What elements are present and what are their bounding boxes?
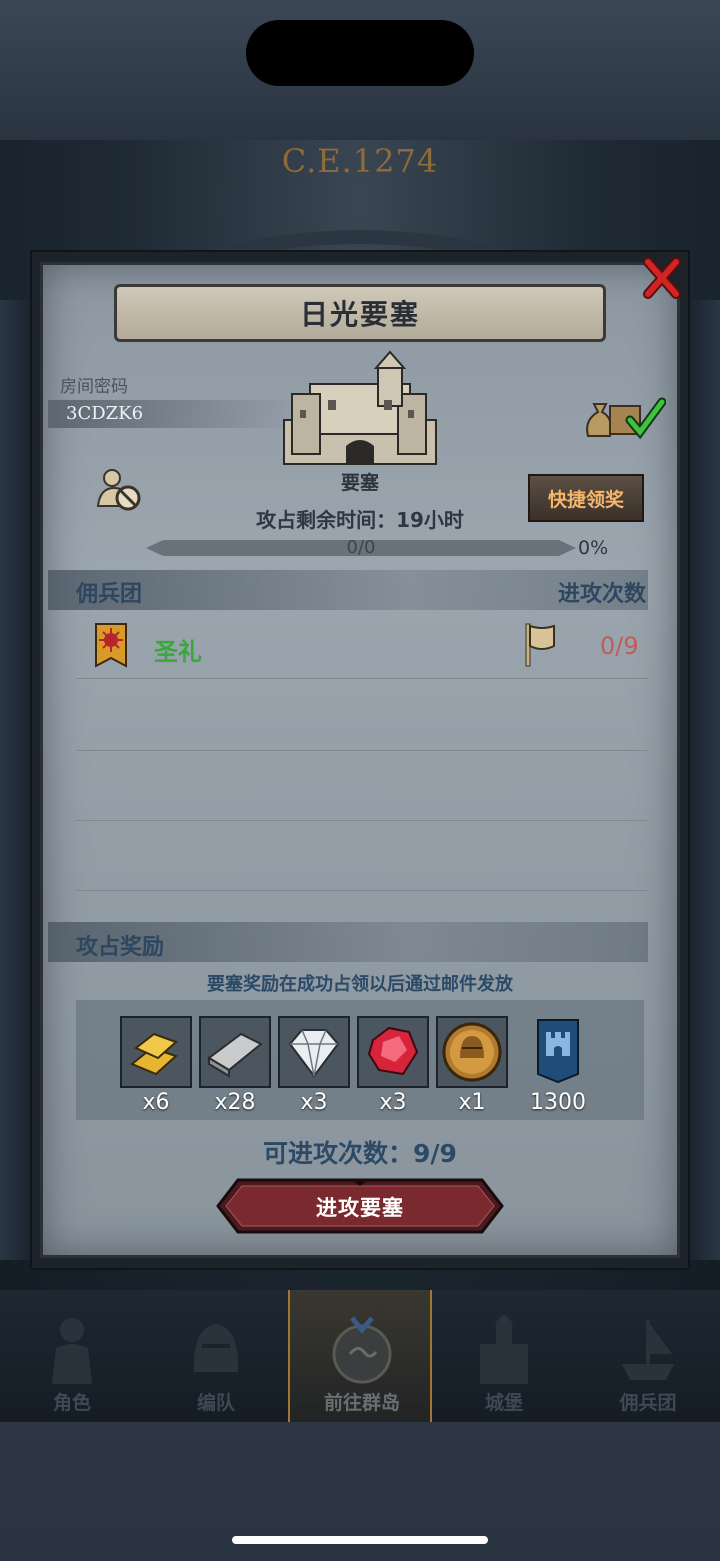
ruby-icon <box>367 1026 419 1076</box>
knight-icon <box>52 1318 92 1384</box>
reward-section-title: 攻占奖励 <box>76 935 165 960</box>
mercenary-name: 圣礼 <box>154 638 202 666</box>
era-label: C.E.1274 <box>281 142 439 180</box>
camera-notch <box>246 20 474 86</box>
nav-tab-formation[interactable]: 编队 <box>144 1290 288 1422</box>
silver-ingot-icon <box>207 1032 263 1078</box>
reward-qty: x3 <box>300 1090 328 1115</box>
nav-tab-character[interactable]: 角色 <box>0 1290 144 1422</box>
nav-label: 佣兵团 <box>619 1392 677 1414</box>
reward-qty: 1300 <box>530 1090 586 1115</box>
ship-icon <box>622 1320 674 1380</box>
reward-ruby[interactable] <box>357 1016 429 1088</box>
reward-qty: x1 <box>458 1090 486 1115</box>
title-banner: 日光要塞 <box>114 284 606 342</box>
reward-helmet-medal[interactable] <box>436 1016 508 1088</box>
nav-label: 编队 <box>196 1392 235 1414</box>
nav-label: 角色 <box>52 1392 91 1414</box>
nav-label: 城堡 <box>484 1392 523 1414</box>
modal-title: 日光要塞 <box>299 298 420 331</box>
flag-icon <box>525 623 555 667</box>
quick-claim-label: 快捷领奖 <box>547 488 624 511</box>
reward-diamond[interactable] <box>278 1016 350 1088</box>
gold-bars-icon <box>130 1032 178 1076</box>
nav-tab-castle[interactable]: 城堡 <box>432 1290 576 1422</box>
nav-label: 前往群岛 <box>323 1392 400 1414</box>
helmet-icon <box>193 1324 239 1372</box>
reward-gold-bars[interactable] <box>120 1016 192 1088</box>
fortress-type-label: 要塞 <box>340 472 379 494</box>
fortress-icon <box>283 350 437 465</box>
quick-claim-button[interactable]: 快捷领奖 <box>528 474 644 522</box>
empty-row-divider <box>76 890 648 891</box>
reward-qty: x3 <box>379 1090 407 1115</box>
home-indicator[interactable] <box>232 1536 488 1544</box>
nav-tab-mercenaries[interactable]: 佣兵团 <box>576 1290 720 1422</box>
reward-qty: x28 <box>214 1090 256 1115</box>
progress-value-text: 0/0 <box>346 537 376 558</box>
right-edge-panel <box>690 300 720 1260</box>
castle-icon <box>480 1314 528 1384</box>
castle-shield-icon[interactable] <box>536 1018 580 1084</box>
reward-qty: x6 <box>142 1090 170 1115</box>
mercenary-attack-count: 0/9 <box>600 632 639 660</box>
left-edge-panel <box>0 300 30 1260</box>
capture-time-left: 攻占剩余时间：19小时 <box>256 508 464 532</box>
attack-count-header: 进攻次数 <box>557 582 646 607</box>
nav-tab-islands[interactable]: 前往群岛 <box>288 1290 432 1422</box>
attack-fortress-label: 进攻要塞 <box>316 1196 404 1220</box>
empty-row-divider <box>76 820 648 821</box>
sun-banner-icon <box>95 623 127 668</box>
claimed-loot-icon[interactable] <box>584 392 666 442</box>
diamond-icon <box>288 1029 340 1078</box>
mercenary-section-title: 佣兵团 <box>76 582 143 607</box>
close-icon[interactable] <box>636 252 688 304</box>
room-code[interactable]: 3CDZK6 <box>66 403 143 424</box>
reward-note: 要塞奖励在成功占领以后通过邮件发放 <box>207 974 513 995</box>
compass-map-icon <box>332 1316 392 1384</box>
room-password-label: 房间密码 <box>60 377 128 397</box>
knight-helmet-medal-icon <box>442 1022 502 1082</box>
empty-row-divider <box>76 750 648 751</box>
reward-silver-ingot[interactable] <box>199 1016 271 1088</box>
attacks-available: 可进攻次数：9/9 <box>263 1139 457 1168</box>
progress-percent: 0% <box>578 537 609 559</box>
no-user-icon[interactable] <box>96 466 142 512</box>
